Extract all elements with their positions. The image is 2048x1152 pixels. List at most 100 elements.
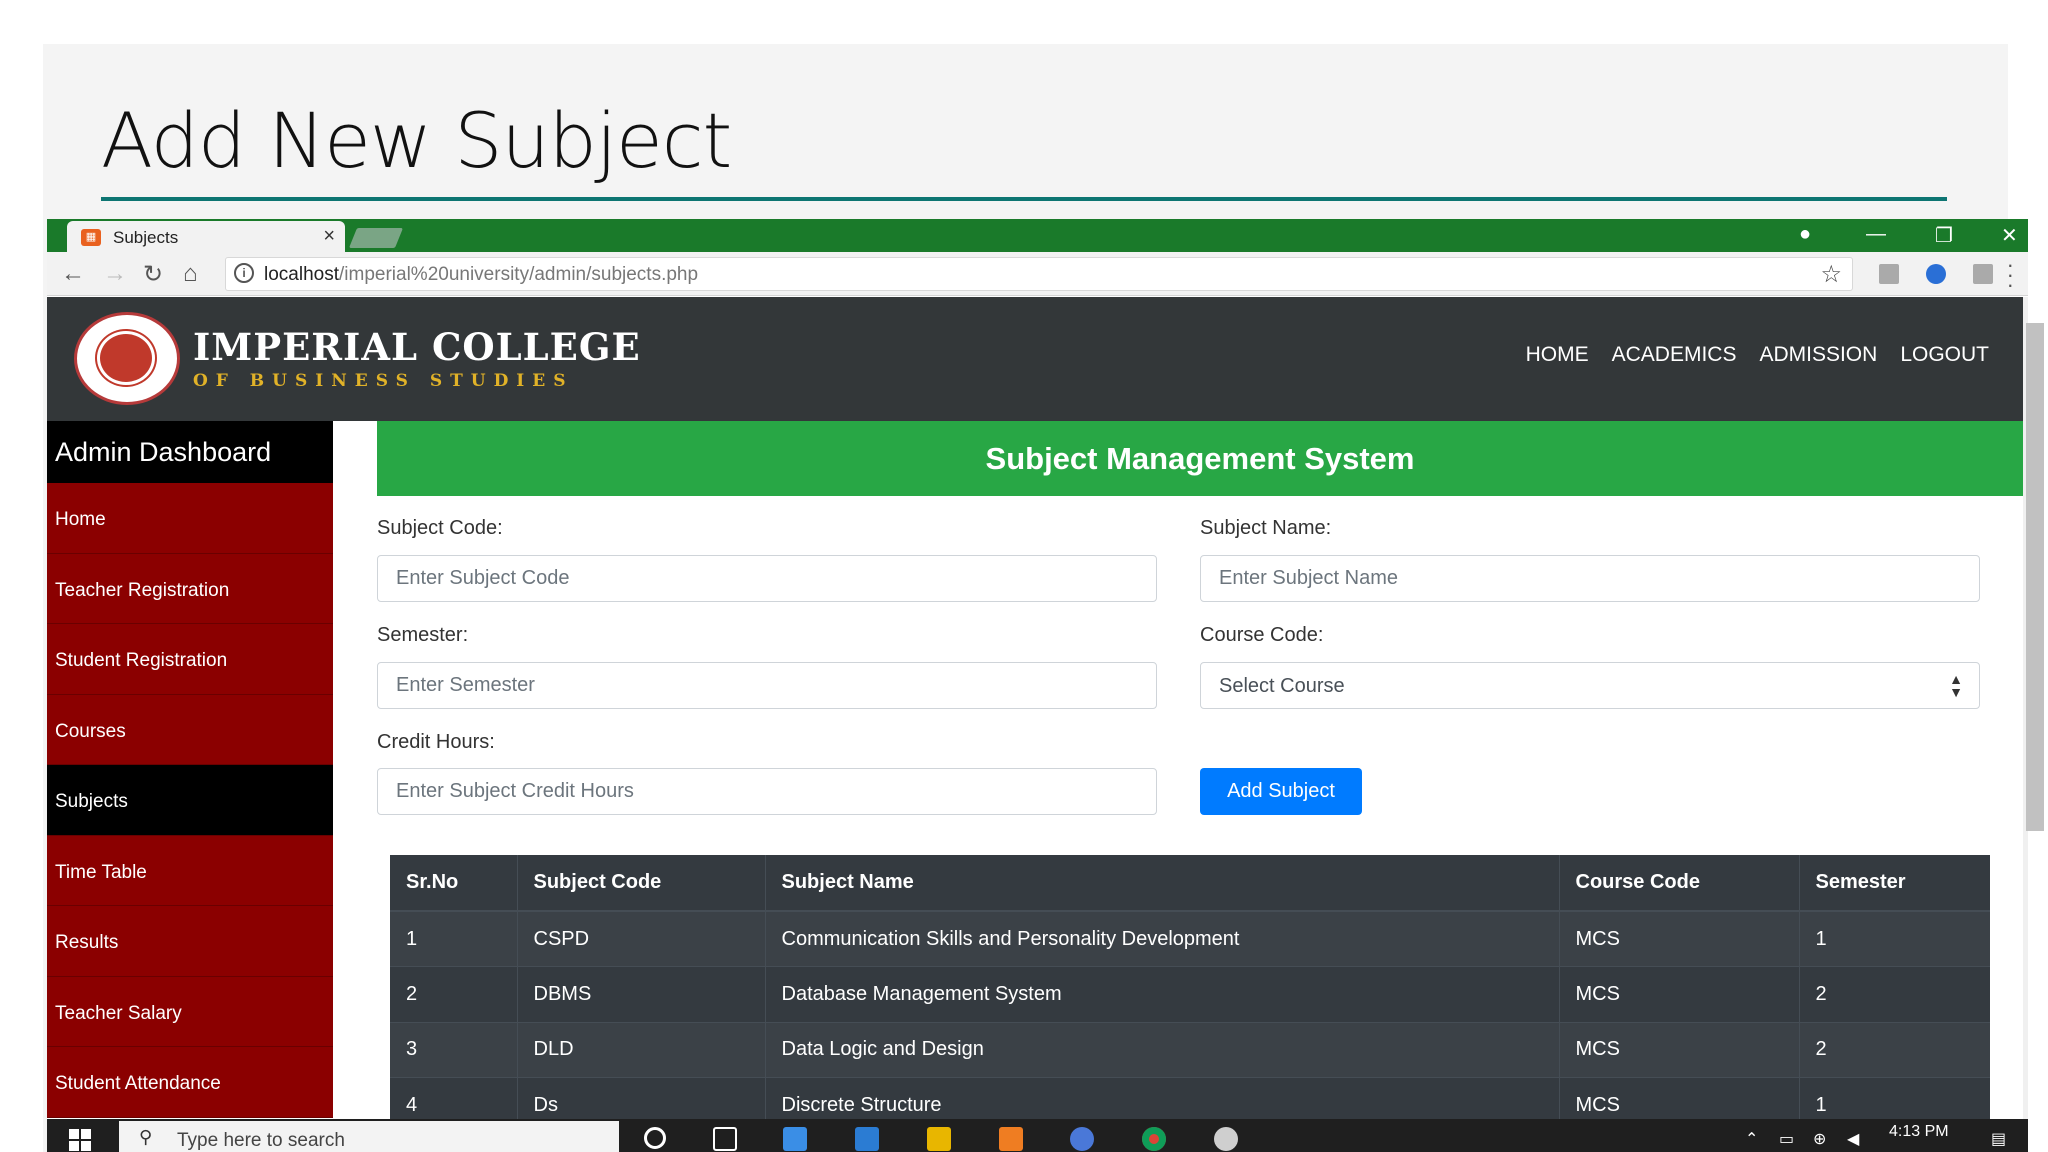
subject-name-label: Subject Name:	[1200, 517, 1332, 539]
admin-sidebar: Admin Dashboard Home Teacher Registratio…	[47, 421, 333, 1120]
star-icon[interactable]: ☆	[1820, 260, 1842, 289]
credit-hours-input[interactable]	[377, 768, 1157, 815]
forward-arrow-icon[interactable]: →	[103, 260, 127, 288]
windows-icon[interactable]	[69, 1129, 91, 1151]
subjects-table: Sr.No Subject Code Subject Name Course C…	[390, 855, 1990, 1120]
seal-shield	[97, 331, 155, 385]
col-semester: Semester	[1798, 855, 1990, 912]
cell-course-code: MCS	[1558, 1021, 1799, 1078]
nav-logout[interactable]: LOGOUT	[1900, 343, 1989, 367]
chevron-up-down-icon: ▲ ▼	[1949, 671, 1963, 700]
cortana-icon[interactable]	[644, 1127, 666, 1149]
task-view-icon[interactable]	[713, 1127, 737, 1151]
cell-semester: 1	[1798, 1077, 1990, 1120]
sidebar-item-teacher-registration[interactable]: Teacher Registration	[47, 553, 333, 624]
extension-icon[interactable]	[1879, 264, 1899, 284]
taskbar: ⚲ Type here to search ⌃ ▭ ⊕ ◀ 4:13 PM ▤	[47, 1119, 2028, 1152]
sublime-text-icon[interactable]	[999, 1127, 1023, 1151]
table-row: 2 DBMS Database Management System MCS 2	[390, 966, 1990, 1022]
sidebar-item-subjects[interactable]: Subjects	[47, 765, 333, 836]
url-input[interactable]: i localhost/imperial%20university/admin/…	[225, 257, 1853, 291]
extension-icon[interactable]	[1926, 264, 1946, 284]
close-icon[interactable]: ✕	[2001, 223, 2018, 248]
nav-admission[interactable]: ADMISSION	[1759, 343, 1877, 367]
college-seal-logo	[74, 312, 180, 405]
top-nav: HOME ACADEMICS ADMISSION LOGOUT	[1526, 343, 1989, 367]
cell-sr-no: 1	[390, 910, 517, 967]
cell-subject-name: Discrete Structure	[764, 1077, 1559, 1120]
course-code-selected: Select Course	[1219, 675, 1345, 697]
course-code-label: Course Code:	[1200, 624, 1324, 646]
new-tab-button[interactable]	[348, 228, 404, 248]
scrollbar-thumb[interactable]	[2026, 323, 2044, 831]
col-course-code: Course Code	[1558, 855, 1799, 912]
reload-icon[interactable]: ↻	[143, 260, 163, 289]
sidebar-item-teacher-salary[interactable]: Teacher Salary	[47, 976, 333, 1047]
back-arrow-icon[interactable]: ←	[61, 260, 85, 288]
slide-divider	[101, 197, 1947, 201]
cell-course-code: MCS	[1558, 1077, 1799, 1120]
cell-sr-no: 3	[390, 1021, 517, 1078]
cell-subject-code: DLD	[516, 1021, 765, 1078]
taskbar-search-placeholder: Type here to search	[177, 1130, 345, 1151]
tab-title: Subjects	[113, 228, 179, 247]
network-icon[interactable]: ⊕	[1813, 1129, 1826, 1149]
taskbar-search[interactable]: ⚲ Type here to search	[119, 1121, 619, 1152]
sidebar-item-results[interactable]: Results	[47, 906, 333, 977]
cell-subject-name: Database Management System	[764, 966, 1559, 1022]
extension-icon[interactable]	[1973, 264, 1993, 284]
cell-sr-no: 4	[390, 1077, 517, 1120]
chrome-icon[interactable]	[1142, 1127, 1166, 1151]
sidebar-item-student-attendance[interactable]: Student Attendance	[47, 1047, 333, 1118]
maximize-icon[interactable]: ❐	[1935, 223, 1953, 248]
semester-input[interactable]	[377, 662, 1157, 709]
table-row: 1 CSPD Communication Skills and Personal…	[390, 910, 1990, 967]
cell-semester: 2	[1798, 966, 1990, 1022]
sidebar-item-time-table[interactable]: Time Table	[47, 835, 333, 906]
paint-icon[interactable]	[1214, 1127, 1238, 1151]
url-text: localhost/imperial%20university/admin/su…	[264, 264, 699, 285]
cell-course-code: MCS	[1558, 966, 1799, 1022]
sidebar-item-courses[interactable]: Courses	[47, 694, 333, 765]
home-icon[interactable]: ⌂	[183, 260, 198, 288]
sidebar-item-home[interactable]: Home	[47, 483, 333, 554]
cell-subject-code: CSPD	[516, 910, 765, 967]
table-row: 4 Ds Discrete Structure MCS 1	[390, 1077, 1990, 1120]
subject-code-input[interactable]	[377, 555, 1157, 602]
add-subject-button[interactable]: Add Subject	[1200, 768, 1362, 815]
cell-subject-code: Ds	[516, 1077, 765, 1120]
clock-time[interactable]: 4:13 PM	[1889, 1123, 1949, 1141]
sidebar-item-student-registration[interactable]: Student Registration	[47, 624, 333, 695]
profile-icon[interactable]: ●	[1799, 223, 1811, 246]
tab-close-icon[interactable]: ×	[323, 225, 335, 248]
col-sr-no: Sr.No	[390, 855, 517, 912]
tab-bar: ▦ Subjects × ● — ❐ ✕	[47, 219, 2028, 252]
search-icon: ⚲	[139, 1127, 153, 1147]
credit-hours-label: Credit Hours:	[377, 731, 495, 753]
table-row: 3 DLD Data Logic and Design MCS 2	[390, 1021, 1990, 1078]
info-icon[interactable]: i	[234, 263, 254, 283]
minimize-icon[interactable]: —	[1866, 223, 1886, 246]
menu-icon[interactable]: · · ·	[2007, 254, 2014, 296]
app-icon[interactable]	[783, 1127, 807, 1151]
vscode-icon[interactable]	[855, 1127, 879, 1151]
chevron-up-icon[interactable]: ⌃	[1745, 1129, 1758, 1149]
sidebar-title: Admin Dashboard	[47, 421, 333, 483]
nav-academics[interactable]: ACADEMICS	[1612, 343, 1737, 367]
address-bar: ← → ↻ ⌂ i localhost/imperial%20universit…	[47, 252, 2028, 296]
chrome-active-icon[interactable]	[1070, 1127, 1094, 1151]
volume-icon[interactable]: ◀	[1847, 1129, 1859, 1149]
site-header: IMPERIAL COLLEGE OF BUSINESS STUDIES HOM…	[47, 297, 2023, 421]
cell-sr-no: 2	[390, 966, 517, 1022]
nav-home[interactable]: HOME	[1526, 343, 1589, 367]
notifications-icon[interactable]: ▤	[1991, 1129, 2006, 1149]
battery-icon[interactable]: ▭	[1779, 1129, 1794, 1149]
brand-name: IMPERIAL COLLEGE	[193, 325, 641, 369]
cell-course-code: MCS	[1558, 910, 1799, 967]
course-code-select[interactable]: Select Course ▲ ▼	[1200, 662, 1980, 709]
table-header-row: Sr.No Subject Code Subject Name Course C…	[390, 855, 1990, 912]
semester-label: Semester:	[377, 624, 469, 646]
browser-tab-subjects[interactable]: ▦ Subjects ×	[67, 221, 345, 252]
file-explorer-icon[interactable]	[927, 1127, 951, 1151]
subject-name-input[interactable]	[1200, 555, 1980, 602]
